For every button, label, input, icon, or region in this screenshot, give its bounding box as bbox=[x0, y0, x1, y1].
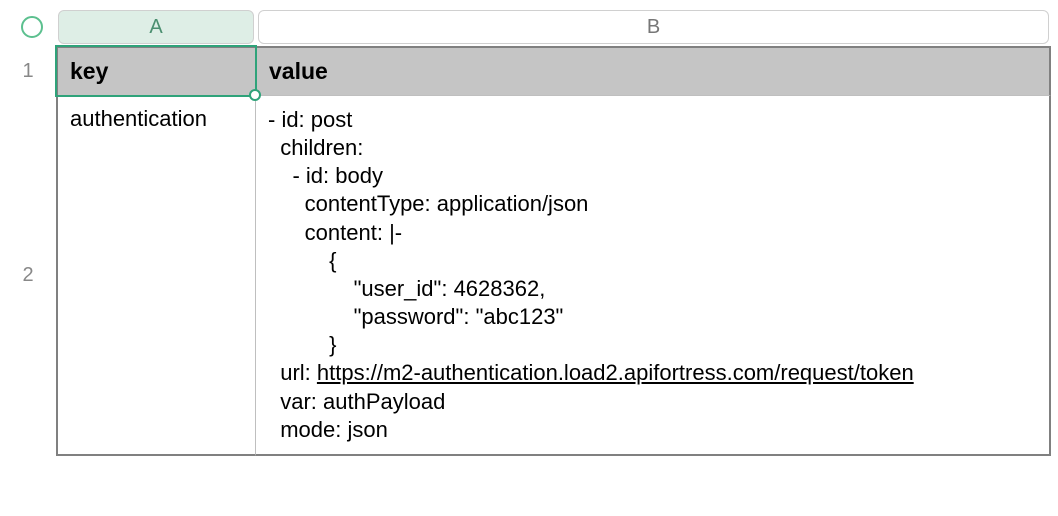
spreadsheet-grid: A B 1 key value 2 authentication - id: p… bbox=[8, 8, 1050, 456]
cell-A2-text: authentication bbox=[70, 106, 207, 131]
row-number-2[interactable]: 2 bbox=[8, 96, 56, 456]
column-header-B[interactable]: B bbox=[258, 10, 1049, 44]
selection-fill-handle[interactable] bbox=[249, 89, 261, 101]
cell-A1[interactable]: key bbox=[56, 46, 256, 96]
cell-A2[interactable]: authentication bbox=[56, 96, 256, 456]
select-all-corner[interactable] bbox=[8, 8, 56, 46]
select-all-icon bbox=[21, 16, 43, 38]
url-link[interactable]: https://m2-authentication.load2.apifortr… bbox=[317, 360, 914, 385]
column-header-A[interactable]: A bbox=[58, 10, 254, 44]
cell-B2[interactable]: - id: post children: - id: body contentT… bbox=[256, 96, 1051, 456]
cell-B2-content: - id: post children: - id: body contentT… bbox=[268, 106, 1037, 444]
cell-B1[interactable]: value bbox=[256, 46, 1051, 96]
row-number-1[interactable]: 1 bbox=[8, 46, 56, 96]
